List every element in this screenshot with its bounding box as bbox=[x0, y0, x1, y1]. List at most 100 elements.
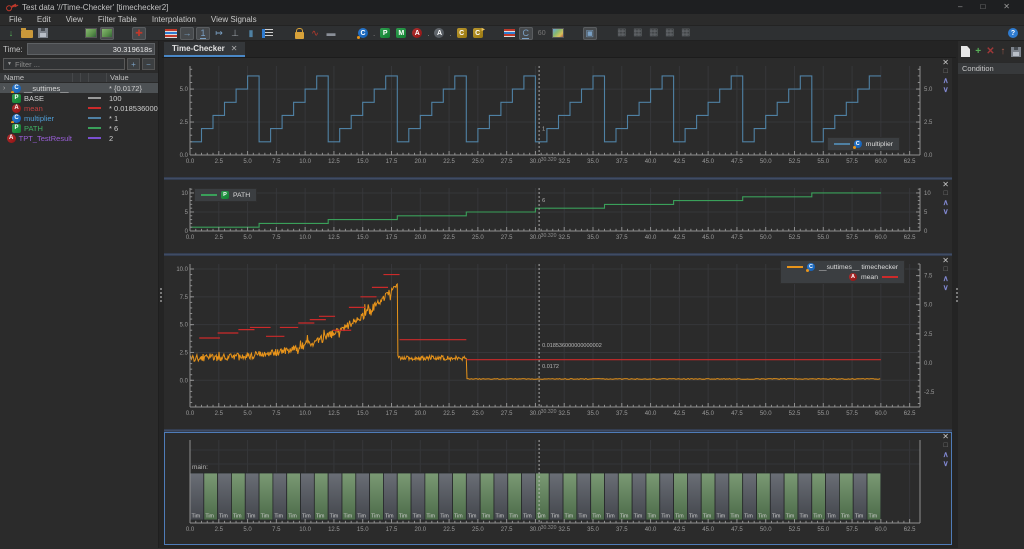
plot-move-up-button[interactable]: ∧ bbox=[943, 199, 949, 207]
timechecker-plot-legend[interactable]: C__suttimes__ timecheckerAmean bbox=[780, 260, 905, 284]
import-condition-icon[interactable]: ↑ bbox=[999, 45, 1007, 58]
filter-remove-button[interactable]: − bbox=[142, 58, 155, 70]
menu-view[interactable]: View bbox=[66, 15, 83, 24]
list-view-icon[interactable] bbox=[260, 27, 274, 40]
cursor-value-label: 6 bbox=[542, 198, 545, 204]
plot-close-button[interactable]: ✕ bbox=[942, 433, 949, 441]
plot-maximize-button[interactable]: □ bbox=[944, 190, 948, 198]
step-one-icon[interactable]: 1 bbox=[196, 27, 210, 40]
sep[interactable] bbox=[276, 27, 290, 40]
screen-icon[interactable]: ▬ bbox=[324, 27, 338, 40]
plot-close-button[interactable]: ✕ bbox=[942, 181, 949, 189]
menu-view-signals[interactable]: View Signals bbox=[211, 15, 257, 24]
new-condition-icon[interactable] bbox=[961, 45, 970, 58]
plot-close-button[interactable]: ✕ bbox=[942, 257, 949, 265]
plot-close-button[interactable]: ✕ bbox=[942, 59, 949, 67]
svg-text:Tim: Tim bbox=[495, 514, 504, 520]
tab-close-icon[interactable]: ✕ bbox=[231, 44, 238, 53]
svg-text:57.5: 57.5 bbox=[846, 411, 858, 417]
signal-row-mean[interactable]: Amean* 0.018536000... bbox=[0, 103, 158, 113]
calc-badge-icon[interactable]: C bbox=[455, 27, 469, 40]
svg-text:Tim: Tim bbox=[661, 514, 670, 520]
assessment-badge-icon[interactable]: A bbox=[410, 27, 424, 40]
plot-maximize-button[interactable]: □ bbox=[944, 442, 948, 450]
expander-icon[interactable]: › bbox=[3, 85, 9, 92]
channel-badge-icon[interactable]: C bbox=[356, 27, 370, 40]
plot-move-up-button[interactable]: ∧ bbox=[943, 275, 949, 283]
plot-move-down-button[interactable]: ∨ bbox=[943, 460, 949, 468]
table-view-2-icon[interactable]: ▦ bbox=[631, 27, 645, 40]
stairs-icon[interactable]: ⊥ bbox=[228, 27, 242, 40]
plot-move-down-button[interactable]: ∨ bbox=[943, 284, 949, 292]
signal-row-suttimes[interactable]: ›C__suttimes__* {0.0172} bbox=[0, 83, 158, 93]
column-name[interactable]: Name bbox=[0, 73, 72, 82]
main-timeline-plot-canvas[interactable]: TimTimTimTimTimTimTimTimTimTimTimTimTimT… bbox=[164, 432, 952, 545]
menu-file[interactable]: File bbox=[9, 15, 22, 24]
compare-stripes-icon[interactable] bbox=[503, 27, 517, 40]
export-image-icon[interactable] bbox=[84, 27, 98, 40]
plot-maximize-button[interactable]: □ bbox=[944, 68, 948, 76]
signal-row-multiplier[interactable]: Cmultiplier* 1 bbox=[0, 113, 158, 123]
assessment-gray-badge-icon[interactable]: A bbox=[432, 27, 446, 40]
cursor-bar-icon[interactable]: ▮ bbox=[244, 27, 258, 40]
close-button[interactable]: ✕ bbox=[1003, 0, 1010, 14]
signal-row-PATH[interactable]: PPATH* 6 bbox=[0, 123, 158, 133]
path-plot-canvas[interactable]: 0.02.55.07.510.012.515.017.520.022.525.0… bbox=[164, 180, 952, 253]
menu-filter-table[interactable]: Filter Table bbox=[98, 15, 137, 24]
minimize-button[interactable]: – bbox=[958, 0, 962, 14]
maximize-button[interactable]: □ bbox=[980, 0, 985, 14]
c-underline-icon[interactable]: C bbox=[519, 27, 533, 40]
pan-mode-icon[interactable]: → bbox=[180, 27, 194, 40]
menu-edit[interactable]: Edit bbox=[37, 15, 51, 24]
sep[interactable] bbox=[340, 27, 354, 40]
add-condition-icon[interactable]: + bbox=[974, 45, 982, 58]
multiplier-plot-canvas[interactable]: 0.02.55.07.510.012.515.017.520.022.525.0… bbox=[164, 58, 952, 177]
export-view-image-icon[interactable] bbox=[100, 27, 114, 40]
plot-move-up-button[interactable]: ∧ bbox=[943, 77, 949, 85]
signal-row-BASE[interactable]: PBASE100 bbox=[0, 93, 158, 103]
sep[interactable] bbox=[148, 27, 162, 40]
path-plot-legend[interactable]: PPATH bbox=[194, 188, 257, 202]
signal-stripes-icon[interactable] bbox=[164, 27, 178, 40]
measurement-badge-icon[interactable]: M bbox=[394, 27, 408, 40]
fit-zoom-icon[interactable]: ✚ bbox=[132, 27, 146, 40]
delete-condition-icon[interactable]: ✕ bbox=[986, 45, 994, 58]
goto-sample-icon[interactable]: ↦ bbox=[212, 27, 226, 40]
key-search-icon[interactable] bbox=[52, 27, 66, 40]
table-view-3-icon[interactable]: ▦ bbox=[647, 27, 661, 40]
table-view-5-icon[interactable]: ▦ bbox=[679, 27, 693, 40]
time-input[interactable] bbox=[27, 43, 155, 55]
save-condition-icon[interactable] bbox=[1011, 45, 1021, 58]
table-view-1-icon[interactable]: ▦ bbox=[615, 27, 629, 40]
plot-move-down-button[interactable]: ∨ bbox=[943, 208, 949, 216]
table-view-4-icon[interactable]: ▦ bbox=[663, 27, 677, 40]
sep[interactable] bbox=[487, 27, 501, 40]
svg-text:45.0: 45.0 bbox=[702, 411, 714, 417]
filter-add-button[interactable]: + bbox=[127, 58, 140, 70]
parameter-badge-icon[interactable]: P bbox=[378, 27, 392, 40]
import-data-icon[interactable]: ↓ bbox=[4, 27, 18, 40]
help-icon[interactable]: ? bbox=[1008, 28, 1018, 38]
plot-maximize-button[interactable]: □ bbox=[944, 266, 948, 274]
peak-signal-icon[interactable]: ∿ bbox=[308, 27, 322, 40]
plot-move-down-button[interactable]: ∨ bbox=[943, 86, 949, 94]
tab-time-checker[interactable]: Time-Checker ✕ bbox=[164, 42, 245, 57]
select-mode-icon[interactable]: ▣ bbox=[583, 27, 597, 40]
svg-text:60.0: 60.0 bbox=[875, 527, 887, 533]
lock-icon[interactable] bbox=[292, 27, 306, 40]
signal-row-TPTTestResult[interactable]: ATPT_TestResult2 bbox=[0, 133, 158, 143]
sep[interactable] bbox=[116, 27, 130, 40]
multiplier-plot-legend[interactable]: Cmultiplier bbox=[827, 137, 900, 151]
calc-run-badge-icon[interactable]: C▸ bbox=[471, 27, 485, 40]
save-icon[interactable] bbox=[36, 27, 50, 40]
column-value[interactable]: Value bbox=[106, 73, 158, 82]
sixty-icon[interactable]: 60 bbox=[535, 27, 549, 40]
map-image-icon[interactable] bbox=[551, 27, 565, 40]
sep[interactable] bbox=[68, 27, 82, 40]
plot-move-up-button[interactable]: ∧ bbox=[943, 451, 949, 459]
menu-interpolation[interactable]: Interpolation bbox=[152, 15, 196, 24]
sep[interactable] bbox=[567, 27, 581, 40]
open-folder-icon[interactable] bbox=[20, 27, 34, 40]
sep[interactable] bbox=[599, 27, 613, 40]
filter-input[interactable]: ▼ Filter ... bbox=[3, 58, 125, 70]
